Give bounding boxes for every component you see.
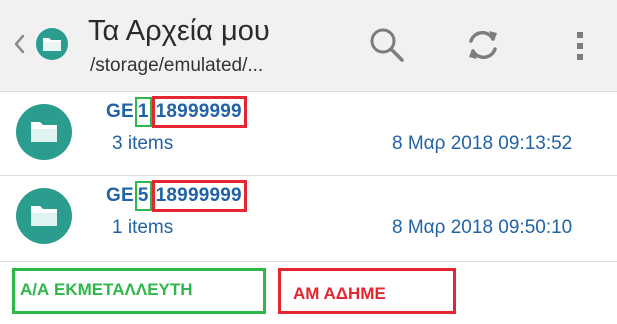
file-name-registry-number: 18999999: [151, 96, 247, 128]
file-name-sequence: 5: [134, 181, 152, 211]
file-name-prefix: GE: [106, 101, 134, 122]
more-vert-icon[interactable]: [560, 24, 602, 66]
item-count: 1 items: [112, 217, 174, 238]
current-path: /storage/emulated/...: [90, 55, 264, 76]
modified-date: 8 Μαρ 2018 09:13:52: [392, 133, 573, 154]
list-item[interactable]: GE 1 18999999 3 items 8 Μαρ 2018 09:13:52: [0, 92, 617, 176]
file-list: GE 1 18999999 3 items 8 Μαρ 2018 09:13:52 …: [0, 92, 617, 262]
folder-icon: [16, 104, 72, 160]
file-name: GE 5 18999999: [106, 180, 247, 212]
chevron-left-icon[interactable]: [12, 32, 26, 56]
file-name-registry-number: 18999999: [151, 180, 247, 212]
item-count: 3 items: [112, 133, 174, 154]
legend-sequence-label: Α/Α ΕΚΜΕΤΑΛΛΕΥΤΗ: [12, 268, 266, 314]
file-name-prefix: GE: [106, 185, 134, 206]
modified-date: 8 Μαρ 2018 09:50:10: [392, 217, 573, 238]
page-title: Τα Αρχεία μου: [88, 15, 270, 47]
folder-icon: [16, 188, 72, 244]
app-bar: Τα Αρχεία μου /storage/emulated/...: [0, 0, 617, 92]
legend-registry-label: ΑΜ ΑΔΗΜΕ: [278, 268, 456, 314]
list-item[interactable]: GE 5 18999999 1 items 8 Μαρ 2018 09:50:10: [0, 176, 617, 262]
refresh-icon[interactable]: [462, 24, 504, 66]
search-icon[interactable]: [366, 24, 408, 66]
file-name-sequence: 1: [134, 97, 152, 127]
file-name: GE 1 18999999: [106, 96, 247, 128]
app-logo-icon[interactable]: [36, 28, 68, 60]
